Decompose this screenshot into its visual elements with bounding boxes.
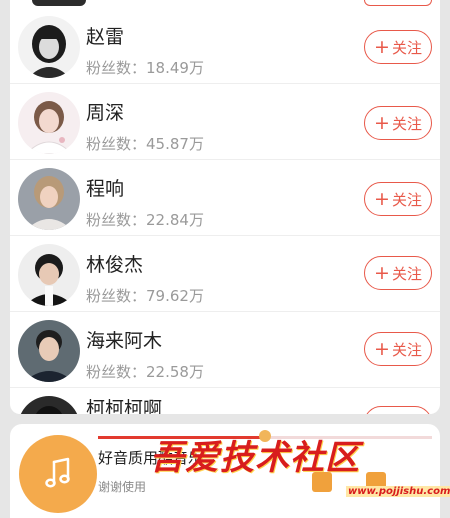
album-disc[interactable] xyxy=(19,435,97,513)
follow-label: 关注 xyxy=(391,114,422,133)
artist-name[interactable]: 柯柯柯啊 xyxy=(86,398,162,414)
artist-name[interactable]: 海来阿木 xyxy=(86,330,162,352)
fans-count: 粉丝数：18.49万 xyxy=(86,59,204,77)
follow-label: 关注 xyxy=(391,340,422,359)
plus-icon: + xyxy=(374,187,390,210)
plus-icon: + xyxy=(374,35,390,58)
follow-button[interactable] xyxy=(364,0,432,6)
artist-list-card: 赵雷 粉丝数：18.49万 + 关注 周深 粉丝数：45.87万 + 关注 程响… xyxy=(10,0,440,414)
follow-label: 关注 xyxy=(391,38,422,57)
follow-label: 关注 xyxy=(392,413,422,415)
list-item[interactable]: 海来阿木 粉丝数：22.58万 + 关注 xyxy=(10,312,440,388)
fans-count: 粉丝数：45.87万 xyxy=(86,135,204,153)
follow-button[interactable]: + 关注 xyxy=(364,106,432,140)
follow-label: 关注 xyxy=(391,190,422,209)
list-item[interactable]: 程响 粉丝数：22.84万 + 关注 xyxy=(10,160,440,236)
avatar xyxy=(32,0,86,6)
follow-button[interactable]: + 关注 xyxy=(364,406,432,414)
fans-count: 粉丝数：79.62万 xyxy=(86,287,204,305)
fans-count: 粉丝数：22.58万 xyxy=(86,363,204,381)
avatar[interactable] xyxy=(18,16,80,78)
follow-button[interactable]: + 关注 xyxy=(364,182,432,216)
artist-name[interactable]: 周深 xyxy=(86,102,124,124)
watermark-text: 吾爱技术社区 xyxy=(150,438,360,478)
plus-icon: + xyxy=(374,413,390,414)
music-note-icon xyxy=(45,457,70,488)
artist-name[interactable]: 程响 xyxy=(86,178,124,200)
follow-button[interactable]: + 关注 xyxy=(364,30,432,64)
avatar[interactable] xyxy=(18,168,80,230)
plus-icon: + xyxy=(374,261,390,284)
fans-count: 粉丝数：22.84万 xyxy=(86,211,204,229)
artist-name[interactable]: 赵雷 xyxy=(86,26,124,48)
list-item[interactable]: 柯柯柯啊 + 关注 xyxy=(10,388,440,414)
watermark-url: www.pojjishu.com xyxy=(346,486,450,497)
avatar[interactable] xyxy=(18,92,80,154)
artist-name[interactable]: 林俊杰 xyxy=(86,254,143,276)
follow-label: 关注 xyxy=(391,264,422,283)
follow-button[interactable]: + 关注 xyxy=(364,256,432,290)
avatar[interactable] xyxy=(18,396,80,414)
song-subtitle: 谢谢使用 xyxy=(98,480,147,494)
plus-icon: + xyxy=(374,337,390,360)
previous-row-remnant xyxy=(10,0,440,8)
list-item[interactable]: 赵雷 粉丝数：18.49万 + 关注 xyxy=(10,8,440,84)
list-item[interactable]: 林俊杰 粉丝数：79.62万 + 关注 xyxy=(10,236,440,312)
plus-icon: + xyxy=(374,111,390,134)
avatar[interactable] xyxy=(18,244,80,306)
list-item[interactable]: 周深 粉丝数：45.87万 + 关注 xyxy=(10,84,440,160)
follow-button[interactable]: + 关注 xyxy=(364,332,432,366)
avatar[interactable] xyxy=(18,320,80,382)
